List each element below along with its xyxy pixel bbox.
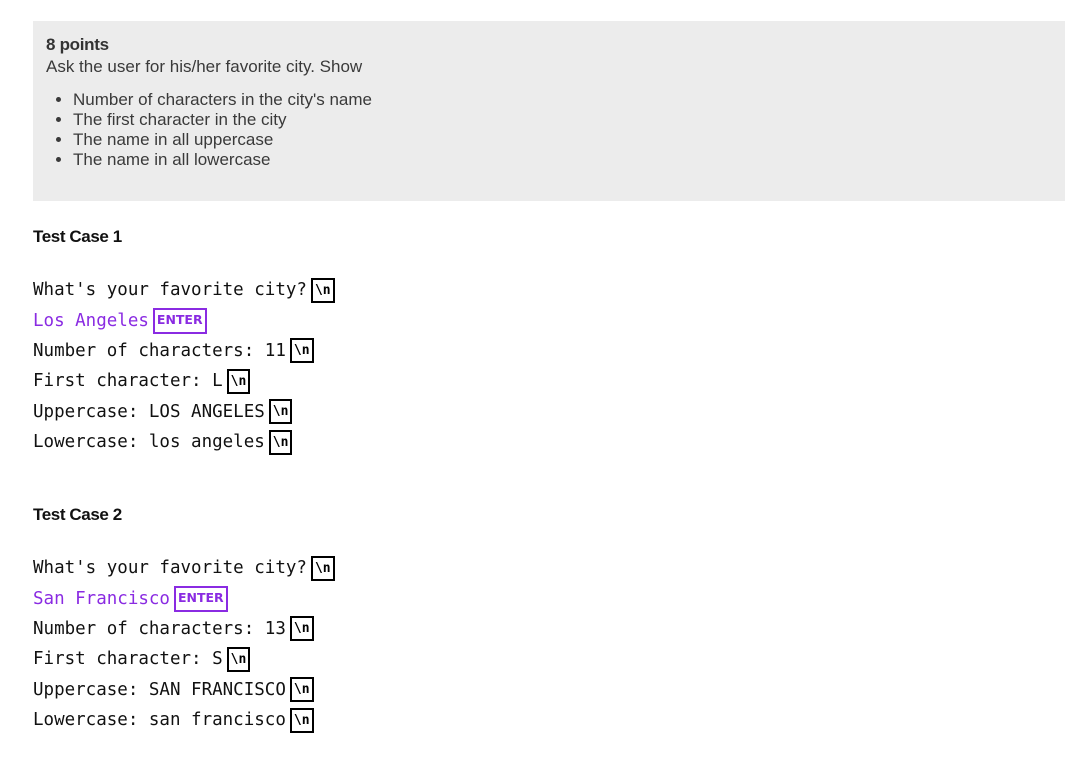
input-line: Los Angeles ENTER [33,305,335,335]
test-case-title: Test Case 2 [33,505,122,524]
output-line: Uppercase: SAN FRANCISCO \n [33,675,335,705]
problem-description: Ask the user for his/her favorite city. … [46,57,363,76]
newline-badge: \n [310,277,335,303]
newline-badge: \n [226,646,251,672]
requirement-item: The name in all lowercase [73,150,1052,170]
output-line: Number of characters: 11 \n [33,336,335,366]
output-text: Lowercase: los angeles [33,432,265,453]
newline-badge: \n [289,677,314,703]
test-case-title: Test Case 1 [33,227,122,246]
newline-badge: \n [289,707,314,733]
io-transcript: What's your favorite city? \n San Francis… [33,553,335,735]
newline-badge: \n [268,429,293,455]
newline-badge: \n [289,338,314,364]
output-line: What's your favorite city? \n [33,553,335,583]
output-text: Lowercase: san francisco [33,710,286,731]
requirements-list: Number of characters in the city's name … [46,90,1052,170]
output-text: Number of characters: 13 [33,618,286,639]
output-text: Uppercase: SAN FRANCISCO [33,679,286,700]
output-text: First character: S [33,649,223,670]
output-line: Lowercase: los angeles \n [33,427,335,457]
output-line: First character: S \n [33,644,335,674]
problem-prompt: 8 points Ask the user for his/her favori… [33,21,1065,201]
output-line: Lowercase: san francisco \n [33,705,335,735]
io-transcript: What's your favorite city? \n Los Angeles… [33,275,335,457]
requirement-item: Number of characters in the city's name [73,90,1052,110]
output-text: Uppercase: LOS ANGELES [33,401,265,422]
input-text: San Francisco [33,588,170,609]
enter-badge: ENTER [152,307,207,334]
test-case-1: Test Case 1 What's your favorite city? \n… [33,227,335,457]
newline-badge: \n [289,616,314,642]
output-line: First character: L \n [33,366,335,396]
newline-badge: \n [310,555,335,581]
output-text: First character: L [33,371,223,392]
output-line: Uppercase: LOS ANGELES \n [33,397,335,427]
enter-badge: ENTER [173,585,228,612]
newline-badge: \n [268,399,293,425]
output-text: What's your favorite city? [33,280,307,301]
output-line: What's your favorite city? \n [33,275,335,305]
newline-badge: \n [226,368,251,394]
output-line: Number of characters: 13 \n [33,614,335,644]
requirement-item: The name in all uppercase [73,130,1052,150]
input-line: San Francisco ENTER [33,583,335,613]
requirement-item: The first character in the city [73,110,1052,130]
input-text: Los Angeles [33,310,149,331]
test-case-2: Test Case 2 What's your favorite city? \n… [33,505,335,735]
output-text: What's your favorite city? [33,558,307,579]
output-text: Number of characters: 11 [33,340,286,361]
points-label: 8 points [46,35,109,54]
